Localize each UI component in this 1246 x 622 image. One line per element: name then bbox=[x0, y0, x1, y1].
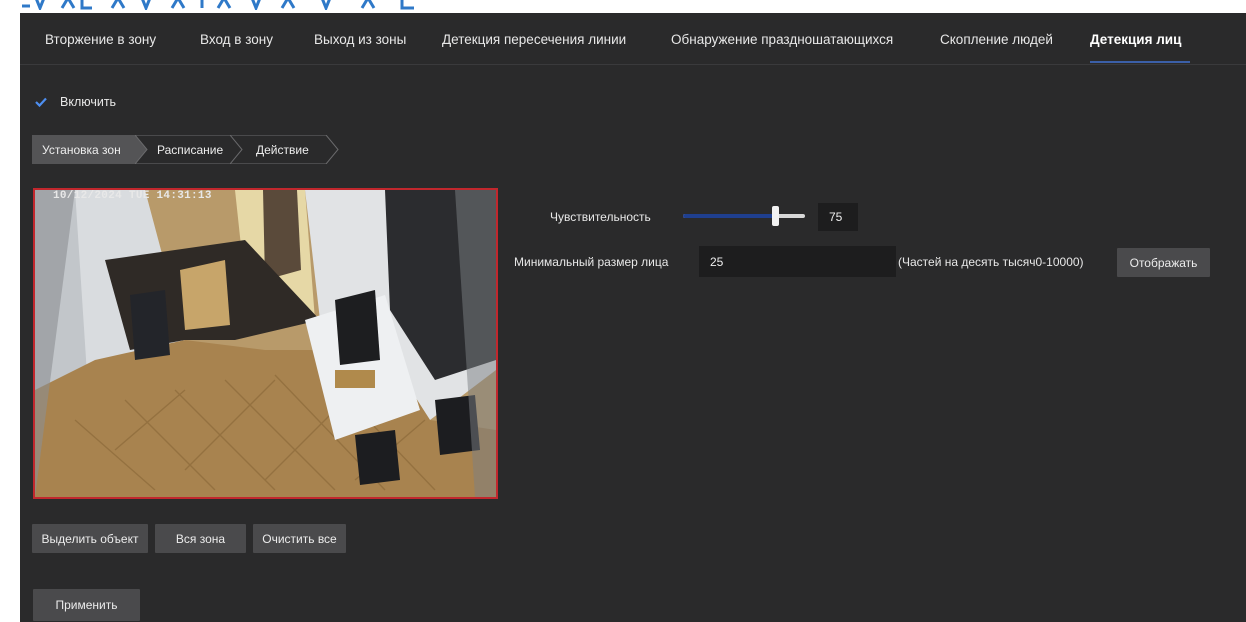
apply-button[interactable]: Применить bbox=[33, 589, 140, 621]
step-zone-setup-label: Установка зон bbox=[42, 143, 121, 157]
tab-zone-exit[interactable]: Выход из зоны bbox=[314, 32, 406, 47]
clear-all-button[interactable]: Очистить все bbox=[253, 524, 346, 553]
slider-fill bbox=[683, 214, 775, 218]
sensitivity-value-field[interactable]: 75 bbox=[818, 203, 858, 231]
sensitivity-slider[interactable] bbox=[683, 206, 805, 226]
enable-toggle[interactable]: Включить bbox=[34, 95, 116, 109]
camera-preview[interactable]: 10/12/2024 TUE 14:31:13 bbox=[33, 188, 498, 499]
select-object-button[interactable]: Выделить объект bbox=[32, 524, 148, 553]
min-face-size-hint: (Частей на десять тысяч0-10000) bbox=[898, 255, 1084, 269]
enable-checkbox[interactable] bbox=[34, 95, 48, 109]
enable-label: Включить bbox=[60, 95, 117, 109]
checkmark-icon bbox=[35, 97, 47, 108]
tab-zone-entry[interactable]: Вход в зону bbox=[200, 32, 273, 47]
tab-zone-intrusion[interactable]: Вторжение в зону bbox=[45, 32, 156, 47]
min-face-size-field[interactable]: 25 bbox=[699, 246, 896, 277]
step-action[interactable]: Действие bbox=[230, 135, 340, 164]
sensitivity-label: Чувствительность bbox=[550, 210, 651, 224]
slider-thumb[interactable] bbox=[772, 206, 779, 226]
step-action-label: Действие bbox=[256, 143, 309, 157]
top-logo-strip bbox=[0, 0, 1246, 13]
camera-scene bbox=[35, 190, 496, 497]
main-panel: Вторжение в зону Вход в зону Выход из зо… bbox=[20, 13, 1246, 622]
detection-tabs: Вторжение в зону Вход в зону Выход из зо… bbox=[20, 13, 1246, 65]
step-zone-setup[interactable]: Установка зон bbox=[32, 135, 148, 164]
tab-face-detection[interactable]: Детекция лиц bbox=[1090, 32, 1181, 47]
full-zone-button[interactable]: Вся зона bbox=[155, 524, 246, 553]
step-schedule-label: Расписание bbox=[157, 143, 224, 157]
display-button[interactable]: Отображать bbox=[1117, 248, 1210, 277]
active-tab-indicator bbox=[1090, 61, 1190, 63]
tab-line-crossing[interactable]: Детекция пересечения линии bbox=[442, 32, 626, 47]
min-face-size-label: Минимальный размер лица bbox=[514, 255, 669, 269]
video-timestamp: 10/12/2024 TUE 14:31:13 bbox=[53, 190, 212, 202]
brand-logo-fragment bbox=[22, 0, 414, 10]
tab-crowd[interactable]: Скопление людей bbox=[940, 32, 1053, 47]
step-schedule[interactable]: Расписание bbox=[135, 135, 243, 164]
tab-loitering[interactable]: Обнаружение праздношатающихся bbox=[671, 32, 893, 47]
